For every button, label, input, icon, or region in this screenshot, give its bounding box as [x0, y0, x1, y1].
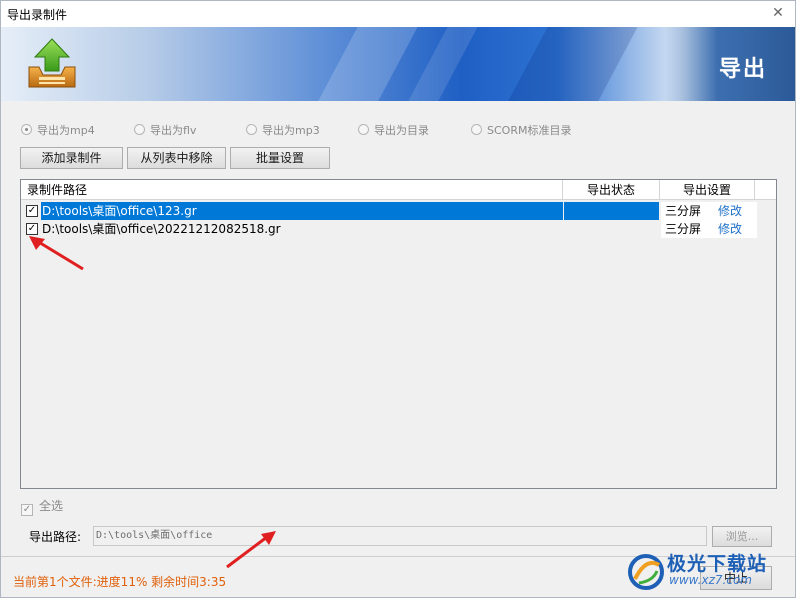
- select-all-label: 全选: [39, 499, 64, 513]
- export-path-label: 导出路径:: [29, 530, 82, 544]
- column-path[interactable]: 录制件路径: [21, 180, 563, 200]
- radio-dot: [471, 124, 482, 135]
- radio-dot: [246, 124, 257, 135]
- progress-status-text: 当前第1个文件:进度11% 剩余时间3:35: [13, 575, 227, 589]
- close-icon[interactable]: ✕: [765, 2, 791, 24]
- export-tray-icon: [28, 38, 76, 88]
- remove-from-list-button[interactable]: 从列表中移除: [127, 147, 226, 169]
- column-status[interactable]: 导出状态: [563, 180, 660, 200]
- radio-mp4[interactable]: 导出为mp4: [21, 122, 95, 140]
- browse-button[interactable]: 浏览...: [712, 526, 772, 547]
- row-status: [564, 202, 659, 220]
- radio-label: 导出为mp3: [262, 124, 320, 137]
- radio-scorm[interactable]: SCORM标准目录: [471, 122, 571, 140]
- watermark: 极光下载站 www.xz7.com: [627, 549, 787, 595]
- batch-settings-button[interactable]: 批量设置: [230, 147, 330, 169]
- banner: 导出: [1, 27, 795, 101]
- radio-mp3[interactable]: 导出为mp3: [246, 122, 320, 140]
- banner-heading: 导出: [718, 57, 767, 82]
- export-path-field[interactable]: D:\tools\桌面\office: [93, 526, 707, 546]
- radio-label: 导出为目录: [374, 124, 429, 137]
- row-settings: 三分屏 修改: [661, 220, 757, 238]
- row-path: D:\tools\桌面\office\123.gr: [41, 202, 563, 220]
- export-format-group: 导出为mp4 导出为flv 导出为mp3 导出为目录 SCORM标准目录: [21, 122, 791, 140]
- export-dialog: 导出录制件 ✕ 导出 导出为mp4 导出为flv 导出为mp3 导出为目录 SC…: [0, 0, 796, 598]
- column-settings[interactable]: 导出设置: [660, 180, 755, 200]
- title-bar: 导出录制件 ✕: [1, 1, 795, 27]
- radio-dot: [21, 124, 32, 135]
- select-all-checkbox[interactable]: ✓ 全选: [21, 497, 64, 516]
- annotation-arrow-icon: [29, 236, 84, 271]
- add-recording-button[interactable]: 添加录制件: [20, 147, 123, 169]
- window-title: 导出录制件: [7, 8, 68, 22]
- list-item[interactable]: ✓ D:\tools\桌面\office\20221212082518.gr 三…: [21, 220, 776, 238]
- row-checkbox[interactable]: ✓: [26, 205, 38, 217]
- radio-dot: [134, 124, 145, 135]
- watermark-title: 极光下载站: [667, 553, 768, 575]
- radio-label: 导出为mp4: [37, 124, 95, 137]
- modify-link[interactable]: 修改: [718, 220, 742, 238]
- recording-list[interactable]: 录制件路径 导出状态 导出设置 ✓ D:\tools\桌面\office\123…: [20, 179, 777, 489]
- radio-dot: [358, 124, 369, 135]
- row-mode: 三分屏: [665, 222, 702, 236]
- row-settings: 三分屏 修改: [661, 202, 757, 220]
- radio-label: 导出为flv: [150, 124, 197, 137]
- checkbox-box: ✓: [21, 504, 33, 516]
- annotation-arrow-icon: [226, 531, 276, 569]
- radio-directory[interactable]: 导出为目录: [358, 122, 429, 140]
- watermark-url: www.xz7.com: [669, 573, 752, 587]
- row-mode: 三分屏: [665, 204, 702, 218]
- watermark-logo-icon: [628, 554, 664, 590]
- modify-link[interactable]: 修改: [718, 202, 742, 220]
- list-header: 录制件路径 导出状态 导出设置: [21, 180, 776, 200]
- list-item[interactable]: ✓ D:\tools\桌面\office\123.gr 三分屏 修改: [21, 202, 776, 220]
- radio-label: SCORM标准目录: [487, 124, 572, 137]
- radio-flv[interactable]: 导出为flv: [134, 122, 196, 140]
